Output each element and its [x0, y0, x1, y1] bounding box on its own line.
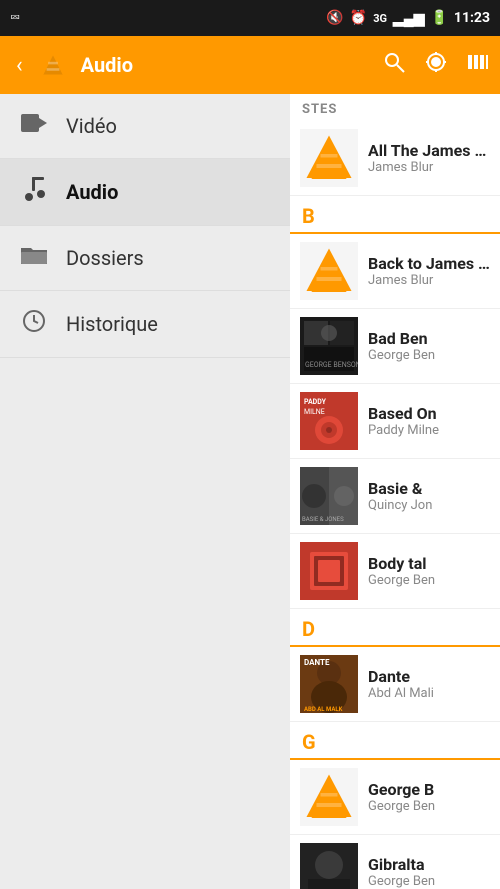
list-item-text: Body tal George Ben	[368, 554, 490, 588]
svg-text:GEORGE BENSON: GEORGE BENSON	[305, 361, 358, 369]
sidebar-item-video[interactable]: Vidéo	[0, 94, 290, 159]
item-title: Dante	[368, 667, 490, 686]
album-thumb-bad-ben: GEORGE BENSON	[300, 317, 358, 375]
list-item-text: Bad Ben George Ben	[368, 329, 490, 363]
item-subtitle: George Ben	[368, 348, 490, 363]
audio-icon	[20, 177, 48, 207]
item-title: George B	[368, 780, 490, 799]
album-thumb-dante: ABD AL MALK DANTE	[300, 655, 358, 713]
alarm-icon: ⏰	[350, 10, 367, 26]
usb-icon: ⮹	[10, 11, 20, 26]
list-item[interactable]: GEORGE BEN Gibralta George Ben	[290, 835, 500, 889]
section-label-g: G	[290, 722, 500, 760]
album-thumb-george-cone	[300, 768, 358, 826]
item-title: Back to James Blur	[368, 254, 490, 273]
item-subtitle: Paddy Milne	[368, 423, 490, 438]
list-item-text: Gibralta George Ben	[368, 855, 490, 889]
list-item[interactable]: BASIE & JONES Basie & Quincy Jon	[290, 459, 500, 534]
sidebar-item-history[interactable]: Historique	[0, 291, 290, 358]
list-item[interactable]: PADDY MILNE Based On Paddy Milne	[290, 384, 500, 459]
list-item-text: Basie & Quincy Jon	[368, 479, 490, 513]
list-item-text: George B George Ben	[368, 780, 490, 814]
album-thumb-cone2	[300, 242, 358, 300]
sidebar-video-label: Vidéo	[66, 114, 117, 138]
item-title: All The James Blur	[368, 141, 490, 160]
svg-text:MILNE: MILNE	[304, 408, 325, 416]
section-label-d: D	[290, 609, 500, 647]
svg-text:DANTE: DANTE	[304, 658, 330, 667]
sidebar: Vidéo Audio Dossiers	[0, 94, 290, 889]
item-subtitle: James Blur	[368, 273, 490, 288]
item-title: Body tal	[368, 554, 490, 573]
history-icon	[20, 309, 48, 339]
list-item[interactable]: GEORGE BENSON Bad Ben George Ben	[290, 309, 500, 384]
item-subtitle: George Ben	[368, 573, 490, 588]
album-thumb-basie: BASIE & JONES	[300, 467, 358, 525]
list-item[interactable]: ABD AL MALK DANTE Dante Abd Al Mali	[290, 647, 500, 722]
list-item[interactable]: Back to James Blur James Blur	[290, 234, 500, 309]
item-subtitle: George Ben	[368, 874, 490, 889]
item-subtitle: Quincy Jon	[368, 498, 490, 513]
sidebar-audio-label: Audio	[66, 180, 118, 204]
svg-text:BASIE & JONES: BASIE & JONES	[302, 516, 344, 523]
item-title: Bad Ben	[368, 329, 490, 348]
sidebar-history-label: Historique	[66, 312, 158, 336]
album-thumb-cone	[300, 129, 358, 187]
section-label-b: B	[290, 196, 500, 234]
list-item[interactable]: George B George Ben	[290, 760, 500, 835]
item-subtitle: George Ben	[368, 799, 490, 814]
video-icon	[20, 112, 48, 140]
item-title: Based On	[368, 404, 490, 423]
list-section-header: STES	[290, 94, 500, 121]
album-thumb-body	[300, 542, 358, 600]
folders-icon	[20, 244, 48, 272]
item-subtitle: James Blur	[368, 160, 490, 175]
app-toolbar: ‹ Audio	[0, 36, 500, 94]
menu-button[interactable]	[466, 50, 490, 80]
mute-icon: 🔇	[326, 10, 343, 26]
signal-bars: ▂▄▆	[393, 10, 424, 27]
list-item-text: All The James Blur James Blur	[368, 141, 490, 175]
item-title: Gibralta	[368, 855, 490, 874]
list-item-text: Dante Abd Al Mali	[368, 667, 490, 701]
svg-text:PADDY: PADDY	[304, 398, 327, 406]
list-item-text: Based On Paddy Milne	[368, 404, 490, 438]
cast-button[interactable]	[424, 50, 448, 80]
list-item-text: Back to James Blur James Blur	[368, 254, 490, 288]
right-panel: STES All The James Blur James Blur B	[290, 94, 500, 889]
status-bar: ⮹ 🔇 ⏰ 3G ▂▄▆ 🔋 11:23	[0, 0, 500, 36]
time-display: 11:23	[454, 10, 490, 26]
album-thumb-gibraltar: GEORGE BEN	[300, 843, 358, 889]
vlc-logo	[37, 49, 69, 81]
svg-text:ABD AL MALK: ABD AL MALK	[304, 706, 343, 713]
album-thumb-based: PADDY MILNE	[300, 392, 358, 450]
list-item[interactable]: All The James Blur James Blur	[290, 121, 500, 196]
battery-icon: 🔋	[430, 10, 447, 26]
toolbar-title: Audio	[77, 53, 374, 77]
signal-3g: 3G	[373, 12, 387, 25]
search-button[interactable]	[382, 50, 406, 80]
sidebar-item-audio[interactable]: Audio	[0, 159, 290, 226]
sidebar-item-folders[interactable]: Dossiers	[0, 226, 290, 291]
back-button[interactable]: ‹	[10, 47, 29, 84]
item-subtitle: Abd Al Mali	[368, 686, 490, 701]
sidebar-folders-label: Dossiers	[66, 246, 144, 270]
list-item[interactable]: Body tal George Ben	[290, 534, 500, 609]
main-content: Vidéo Audio Dossiers	[0, 94, 500, 889]
item-title: Basie &	[368, 479, 490, 498]
